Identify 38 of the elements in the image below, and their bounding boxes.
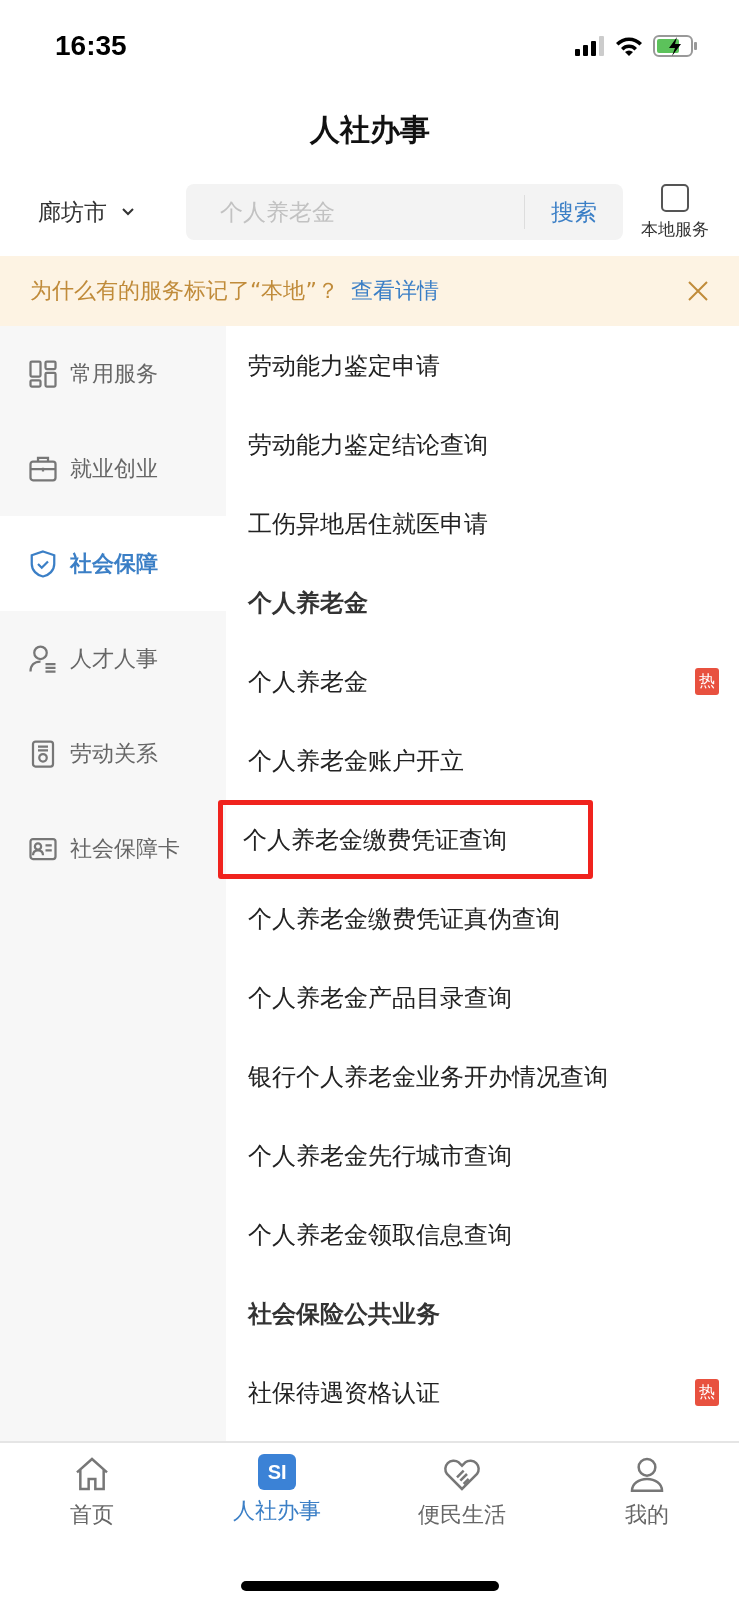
shield-check-icon: [28, 548, 58, 579]
chevron-down-icon: [121, 207, 135, 217]
person-list-icon: [28, 643, 58, 674]
search-button[interactable]: 搜索: [524, 195, 623, 229]
close-icon[interactable]: [687, 280, 709, 302]
signal-icon: [575, 36, 605, 56]
battery-charging-icon: [653, 35, 699, 57]
service-item[interactable]: 个人养老金产品目录查询: [226, 958, 723, 1037]
details-link[interactable]: 查看详情: [350, 276, 675, 306]
si-logo-icon: SI: [258, 1454, 297, 1490]
hot-badge: 热: [695, 668, 719, 695]
service-item[interactable]: 劳动能力鉴定申请: [226, 326, 723, 405]
local-service-label: 本地服务: [641, 217, 709, 241]
status-time: 16:35: [55, 30, 127, 62]
section-heading: 个人养老金: [248, 587, 368, 619]
service-item[interactable]: 工伤异地居住就医申请: [226, 484, 723, 563]
tab-bar-item[interactable]: SI 人社办事: [184, 1453, 370, 1553]
tab-bar-item[interactable]: 我的: [554, 1453, 739, 1553]
hot-badge: 热: [695, 1379, 719, 1406]
service-item[interactable]: 个人养老金缴费凭证真伪查询: [226, 879, 723, 958]
grid-icon: [28, 358, 58, 389]
section-heading: 社会保险公共业务: [248, 1298, 440, 1330]
tab-bar-item[interactable]: 首页: [0, 1453, 185, 1553]
service-item[interactable]: 个人养老金先行城市查询: [226, 1116, 723, 1195]
service-item[interactable]: 个人养老金账户开立: [226, 721, 723, 800]
service-item[interactable]: 社保待遇资格认证 热: [226, 1353, 723, 1432]
local-service-checkbox[interactable]: [661, 183, 689, 212]
service-item[interactable]: 劳动能力鉴定结论查询: [226, 405, 723, 484]
highlighted-service-item[interactable]: 个人养老金缴费凭证查询: [218, 800, 593, 879]
service-item[interactable]: 个人养老金 热: [226, 642, 723, 721]
notice-text: 为什么有的服务标记了“本地”？: [30, 277, 339, 305]
tab-bar-item[interactable]: 便民生活: [369, 1453, 555, 1553]
page-title: 人社办事: [309, 110, 430, 149]
city-selector[interactable]: 廊坊市: [38, 196, 168, 228]
service-item[interactable]: 个人养老金领取信息查询: [226, 1195, 723, 1274]
category-item[interactable]: 社会保障: [0, 516, 226, 611]
wifi-icon: [615, 36, 643, 56]
service-item[interactable]: 银行个人养老金业务开办情况查询: [226, 1037, 723, 1116]
